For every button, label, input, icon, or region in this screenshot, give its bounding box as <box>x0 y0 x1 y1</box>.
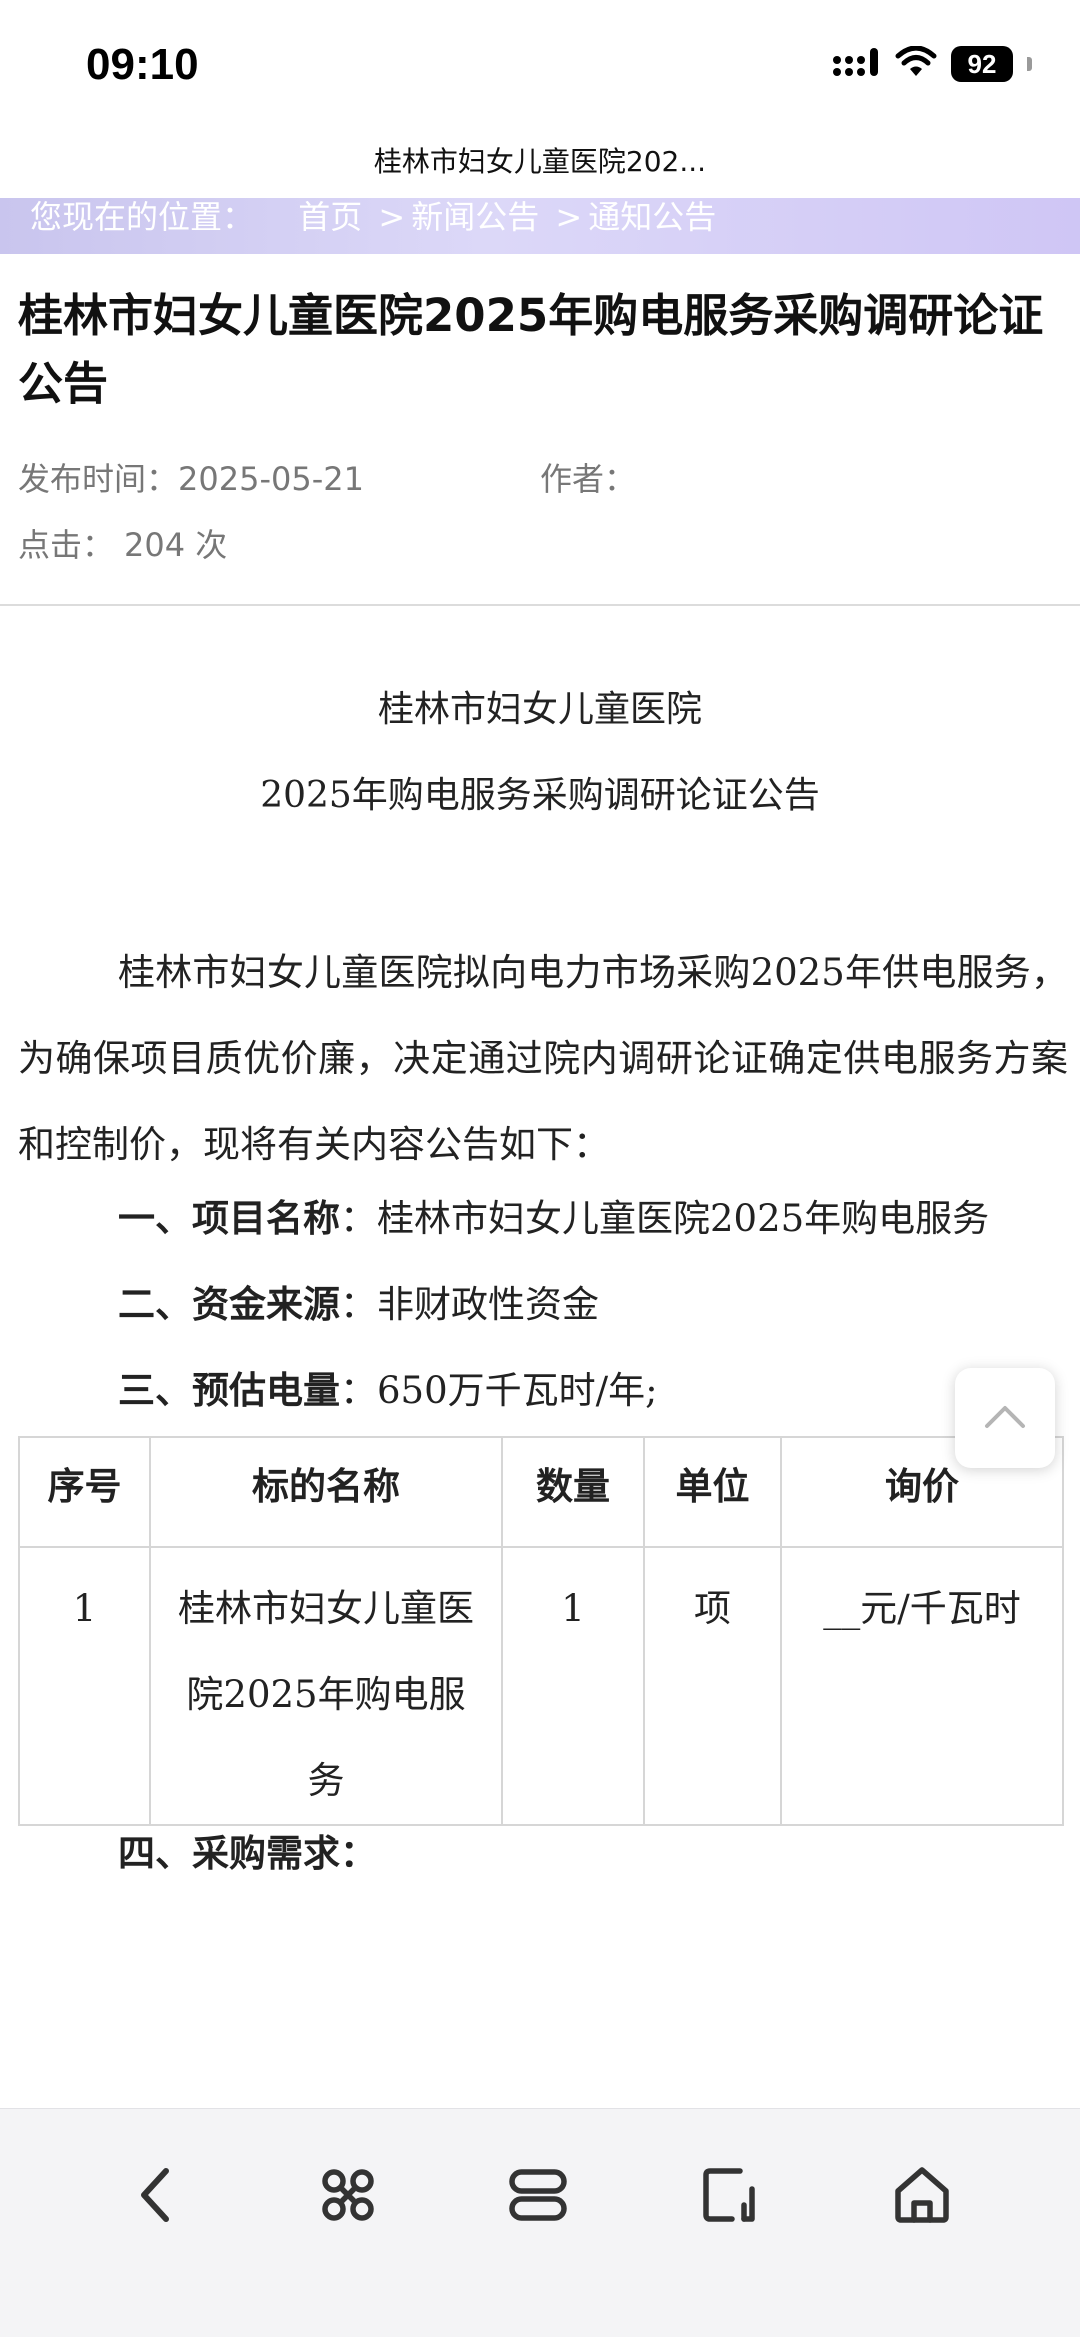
item-label: 二、资金来源 <box>118 1282 340 1326</box>
status-icons: 92 <box>833 44 1032 84</box>
clicks-label: 点击： <box>18 526 115 564</box>
content-heading-title: 2025年购电服务采购调研论证公告 <box>260 775 820 816</box>
battery-tip <box>1027 57 1032 71</box>
table-header-row: 序号 标的名称 数量 单位 询价 <box>18 1436 1064 1548</box>
breadcrumb-home-link[interactable]: 首页 <box>298 198 362 236</box>
back-button[interactable] <box>108 2149 204 2245</box>
item-label: 一、项目名称 <box>118 1196 340 1240</box>
clicks-value: 204 次 <box>124 526 228 564</box>
procurement-table: 序号 标的名称 数量 单位 询价 1 桂林市妇女儿童医院2025年购电服务 1 … <box>18 1436 1064 1826</box>
signal-icon <box>833 46 881 82</box>
publish-date: 2025-05-21 <box>178 460 364 498</box>
wifi-icon <box>895 45 937 82</box>
apps-icon <box>318 2165 378 2229</box>
item-value: ：650万千瓦时/年; <box>340 1369 658 1412</box>
author-info: 作者： <box>540 454 636 500</box>
status-time: 09:10 <box>86 40 199 89</box>
publish-label: 发布时间： <box>18 460 179 498</box>
click-count: 点击： 204 次 <box>18 520 227 566</box>
intro-paragraph: 桂林市妇女儿童医院拟向电力市场采购2025年供电服务，为确保项目质优价廉，决定通… <box>18 951 1068 1166</box>
back-to-top-button[interactable] <box>955 1368 1055 1468</box>
breadcrumb-separator: > <box>378 198 406 236</box>
table-cell: 桂林市妇女儿童医院2025年购电服务 <box>149 1546 503 1826</box>
table-header-cell: 数量 <box>501 1436 645 1548</box>
table-row: 1 桂林市妇女儿童医院2025年购电服务 1 项 __元/千瓦时 <box>18 1546 1064 1826</box>
apps-button[interactable] <box>300 2149 396 2245</box>
chevron-up-icon <box>983 1402 1027 1434</box>
item-funding-source: 二、资金来源：非财政性资金 <box>118 1274 599 1328</box>
item-label: 四、采购需求： <box>118 1831 377 1875</box>
table-cell: __元/千瓦时 <box>780 1546 1064 1826</box>
battery-level: 92 <box>967 48 997 79</box>
browser-toolbar <box>0 2108 1080 2337</box>
battery-icon: 92 <box>951 46 1013 82</box>
table-cell: 1 <box>501 1546 645 1826</box>
breadcrumb-prefix: 您现在的位置： <box>30 198 255 236</box>
breadcrumb-text: 您现在的位置： 首页 > 新闻公告 > 通知公告 <box>30 198 722 238</box>
item-label: 三、预估电量 <box>118 1368 340 1412</box>
item-value: ：非财政性资金 <box>340 1283 599 1326</box>
breadcrumb-notice-link[interactable]: 通知公告 <box>588 198 716 236</box>
content-heading-org: 桂林市妇女儿童医院 <box>377 689 702 730</box>
page-tab-title[interactable]: 桂林市妇女儿童医院202... <box>0 120 1080 200</box>
article-title: 桂林市妇女儿童医院2025年购电服务采购调研论证公告 <box>18 289 1044 410</box>
share-button[interactable] <box>682 2149 778 2245</box>
table-cell: 1 <box>18 1546 151 1826</box>
home-icon <box>892 2165 952 2229</box>
breadcrumb-news-link[interactable]: 新闻公告 <box>411 198 539 236</box>
item-project-name: 一、项目名称：桂林市妇女儿童医院2025年购电服务 <box>118 1188 989 1242</box>
home-button[interactable] <box>874 2149 970 2245</box>
author-label: 作者： <box>540 460 637 498</box>
tabs-button[interactable] <box>490 2149 586 2245</box>
table-cell: 项 <box>643 1546 782 1826</box>
item-procurement-requirements: 四、采购需求： <box>118 1823 377 1877</box>
back-arrow-icon <box>134 2165 178 2229</box>
breadcrumb-separator: > <box>555 198 583 236</box>
breadcrumb: 您现在的位置： 首页 > 新闻公告 > 通知公告 <box>0 198 1080 254</box>
item-estimated-power: 三、预估电量：650万千瓦时/年; <box>118 1360 658 1414</box>
publish-info: 发布时间：2025-05-21 <box>18 454 364 500</box>
article-content: 桂林市妇女儿童医院 2025年购电服务采购调研论证公告 桂林市妇女儿童医院拟向电… <box>0 608 1080 2108</box>
tabs-icon <box>508 2167 568 2227</box>
article-header: 桂林市妇女儿童医院2025年购电服务采购调研论证公告 发布时间：2025-05-… <box>0 254 1080 606</box>
table-header-cell: 单位 <box>643 1436 782 1548</box>
share-icon <box>700 2165 760 2229</box>
status-bar: 09:10 92 <box>0 0 1080 120</box>
item-value: ：桂林市妇女儿童医院2025年购电服务 <box>340 1197 990 1240</box>
table-header-cell: 标的名称 <box>149 1436 503 1548</box>
table-header-cell: 序号 <box>18 1436 151 1548</box>
